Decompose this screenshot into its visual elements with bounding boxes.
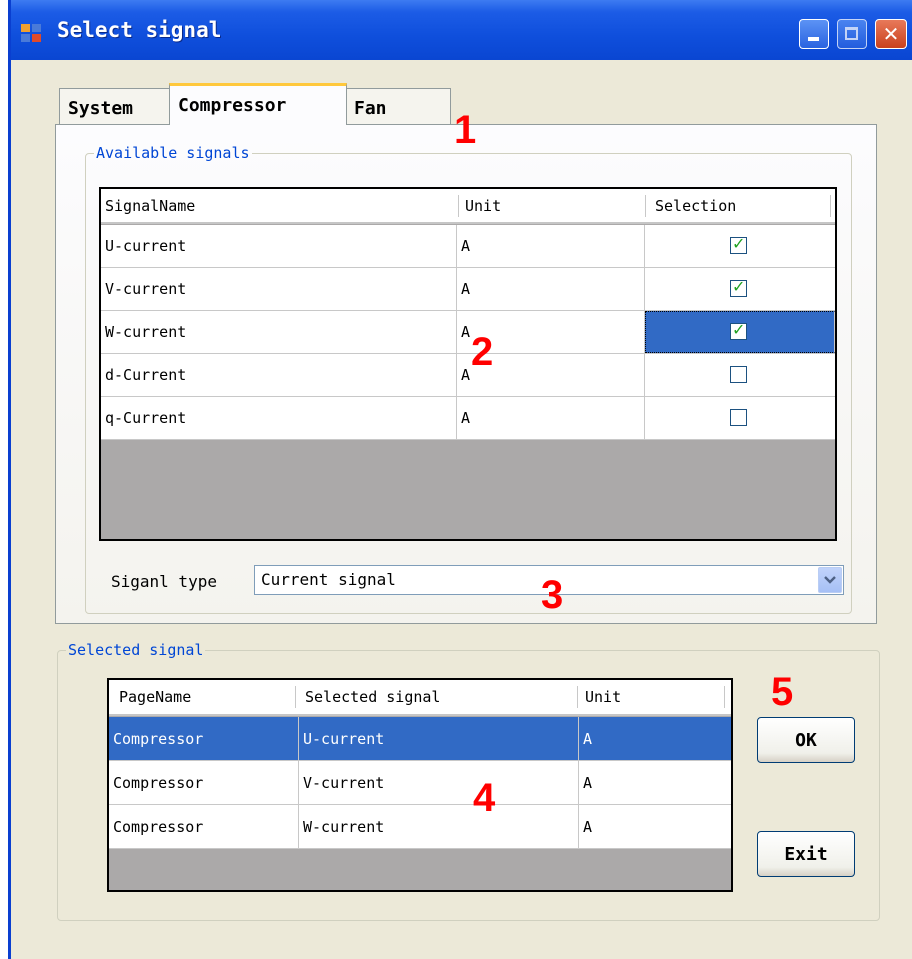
selected-signal-cell: U-current xyxy=(299,717,579,760)
unit-cell: A xyxy=(457,397,645,439)
app-icon xyxy=(21,24,43,44)
maximize-button[interactable] xyxy=(837,19,867,49)
page-name-cell: Compressor xyxy=(109,805,299,848)
table-row[interactable]: q-Current A xyxy=(101,397,835,440)
column-header-unit[interactable]: Unit xyxy=(461,189,641,222)
page-name-cell: Compressor xyxy=(109,761,299,804)
check-icon: ✓ xyxy=(732,234,746,253)
signal-name-cell: W-current xyxy=(101,311,457,353)
column-separator xyxy=(830,195,831,217)
column-separator xyxy=(724,686,725,708)
column-header-selection[interactable]: Selection xyxy=(651,189,831,222)
table-row[interactable]: d-Current A xyxy=(101,354,835,397)
signal-name-cell: d-Current xyxy=(101,354,457,396)
available-signals-grid[interactable]: SignalName Unit Selection U-current A ✓ … xyxy=(99,187,837,541)
close-icon: ✕ xyxy=(882,22,900,46)
selection-checkbox[interactable]: ✓ xyxy=(730,277,747,297)
tab-fan[interactable]: Fan xyxy=(345,88,451,124)
selected-signal-cell: W-current xyxy=(299,805,579,848)
table-row[interactable]: V-current A ✓ xyxy=(101,268,835,311)
select-signal-window: Select signal ✕ System Compressor Fan Av… xyxy=(8,0,912,959)
selection-checkbox[interactable] xyxy=(730,366,747,383)
selection-cell[interactable] xyxy=(645,354,835,396)
column-header-pagename[interactable]: PageName xyxy=(115,680,295,714)
table-row[interactable]: W-current A ✓ xyxy=(101,311,835,354)
minimize-icon xyxy=(808,37,819,41)
dropdown-button[interactable] xyxy=(818,567,842,593)
unit-cell: A xyxy=(583,817,593,836)
column-separator xyxy=(645,195,646,217)
selection-checkbox[interactable] xyxy=(730,409,747,426)
selected-signal-cell: V-current xyxy=(299,761,579,804)
column-header-unit[interactable]: Unit xyxy=(581,680,721,714)
table-row[interactable]: Compressor W-current A xyxy=(109,805,731,849)
tab-compressor[interactable]: Compressor xyxy=(169,83,347,125)
ok-button[interactable]: OK xyxy=(757,717,855,763)
window-title: Select signal xyxy=(57,18,222,42)
signal-name-cell: V-current xyxy=(101,268,457,310)
page-name-cell: Compressor xyxy=(109,717,299,760)
selection-cell[interactable]: ✓ xyxy=(645,225,835,267)
tab-label: System xyxy=(68,98,134,119)
selection-cell[interactable]: ✓ xyxy=(645,268,835,310)
column-header-selected-signal[interactable]: Selected signal xyxy=(301,680,571,714)
column-separator xyxy=(458,195,459,217)
close-button[interactable]: ✕ xyxy=(875,19,907,49)
unit-cell: A xyxy=(457,225,645,267)
tab-label: Compressor xyxy=(178,95,287,116)
table-row[interactable]: U-current A ✓ xyxy=(101,225,835,268)
minimize-button[interactable] xyxy=(799,19,829,49)
annotation-marker-4: 4 xyxy=(473,776,496,820)
tab-system[interactable]: System xyxy=(59,88,171,124)
annotation-marker-1: 1 xyxy=(454,108,477,152)
maximize-icon xyxy=(845,27,858,40)
exit-button[interactable]: Exit xyxy=(757,831,855,877)
table-row-selected[interactable]: Compressor U-current A xyxy=(109,717,731,761)
signal-name-cell: U-current xyxy=(101,225,457,267)
title-bar[interactable]: Select signal ✕ xyxy=(11,0,912,60)
signal-type-value: Current signal xyxy=(261,570,396,589)
column-separator xyxy=(577,686,578,708)
selected-signal-grid[interactable]: PageName Selected signal Unit Compressor… xyxy=(107,678,733,892)
grid-header: SignalName Unit Selection xyxy=(101,189,835,224)
table-row[interactable]: Compressor V-current A xyxy=(109,761,731,805)
selection-cell[interactable] xyxy=(645,397,835,439)
column-separator xyxy=(295,686,296,708)
signal-name-cell: q-Current xyxy=(101,397,457,439)
signal-type-label: Siganl type xyxy=(111,572,217,591)
check-icon: ✓ xyxy=(732,277,746,296)
column-header-signalname[interactable]: SignalName xyxy=(101,189,457,222)
selection-checkbox[interactable]: ✓ xyxy=(730,320,747,340)
check-icon: ✓ xyxy=(732,320,746,339)
grid-header: PageName Selected signal Unit xyxy=(109,680,731,716)
annotation-marker-5: 5 xyxy=(771,670,794,714)
annotation-marker-2: 2 xyxy=(471,330,494,374)
annotation-marker-3: 3 xyxy=(541,573,564,617)
unit-cell: A xyxy=(457,268,645,310)
selected-signal-legend: Selected signal xyxy=(68,641,204,659)
chevron-down-icon xyxy=(824,576,836,584)
selection-cell-focused[interactable]: ✓ xyxy=(645,311,835,353)
unit-cell: A xyxy=(579,717,731,760)
unit-cell: A xyxy=(583,773,593,792)
tab-label: Fan xyxy=(354,98,387,119)
available-signals-legend: Available signals xyxy=(96,144,250,162)
selection-checkbox[interactable]: ✓ xyxy=(730,234,747,254)
